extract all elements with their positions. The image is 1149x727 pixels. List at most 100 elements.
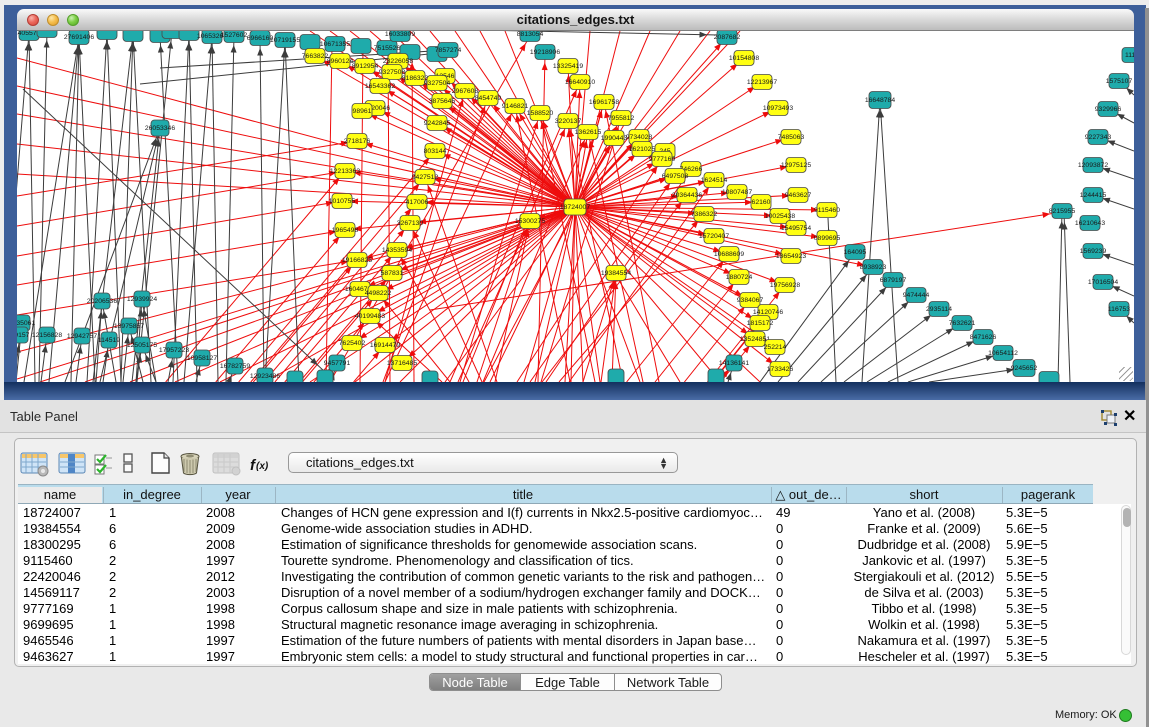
svg-text:7485063: 7485063 — [778, 134, 805, 141]
svg-text:14136141: 14136141 — [719, 360, 749, 367]
svg-text:8813054: 8813054 — [517, 31, 544, 38]
svg-text:1990443: 1990443 — [601, 135, 628, 142]
svg-text:3267130: 3267130 — [397, 220, 424, 227]
svg-text:1624514: 1624514 — [701, 177, 728, 184]
svg-text:1569239: 1569239 — [1080, 248, 1107, 255]
svg-text:19384554: 19384554 — [601, 270, 631, 277]
svg-text:7663822: 7663822 — [302, 53, 329, 60]
svg-text:8471626: 8471626 — [970, 334, 997, 341]
svg-text:19166825: 19166825 — [342, 257, 372, 264]
svg-text:1575107: 1575107 — [1106, 78, 1133, 85]
svg-text:116753: 116753 — [1108, 306, 1130, 313]
svg-text:16543362: 16543362 — [365, 83, 395, 90]
svg-text:12923486: 12923486 — [250, 373, 280, 380]
svg-text:1733426: 1733426 — [767, 366, 794, 373]
svg-text:2087682: 2087682 — [714, 34, 741, 41]
svg-text:9457791: 9457791 — [324, 360, 351, 367]
svg-text:8960124: 8960124 — [327, 58, 354, 65]
svg-text:1965498: 1965498 — [332, 227, 359, 234]
svg-text:19756928: 19756928 — [770, 282, 800, 289]
svg-text:17957223: 17957223 — [159, 347, 189, 354]
svg-text:2935114: 2935114 — [926, 306, 952, 313]
svg-text:8938923: 8938923 — [860, 264, 887, 271]
svg-text:7857274: 7857274 — [435, 47, 462, 54]
svg-text:12093872: 12093872 — [1078, 162, 1108, 169]
svg-text:10807487: 10807487 — [722, 189, 752, 196]
svg-text:9115460: 9115460 — [814, 207, 840, 214]
svg-text:9463627: 9463627 — [785, 192, 812, 199]
svg-text:9427512: 9427512 — [412, 174, 439, 181]
svg-text:2718176: 2718176 — [344, 138, 371, 145]
svg-text:10958127: 10958127 — [187, 355, 217, 362]
svg-text:6497508: 6497508 — [662, 173, 689, 180]
svg-text:15300275: 15300275 — [515, 218, 545, 225]
svg-text:1880724: 1880724 — [726, 274, 753, 281]
svg-text:12213967: 12213967 — [747, 79, 777, 86]
svg-text:19218906: 19218906 — [530, 49, 560, 56]
svg-text:114519: 114519 — [98, 337, 120, 344]
svg-text:16033809: 16033809 — [385, 31, 415, 38]
svg-text:1113: 1113 — [1125, 52, 1134, 59]
svg-text:9245652: 9245652 — [1011, 365, 1038, 372]
svg-text:1035061: 1035061 — [17, 320, 35, 327]
svg-text:1588520: 1588520 — [527, 110, 554, 117]
svg-text:9384067: 9384067 — [737, 297, 764, 304]
svg-text:7632621: 7632621 — [949, 320, 976, 327]
svg-text:10654112: 10654112 — [988, 350, 1018, 357]
svg-text:7515526: 7515526 — [374, 45, 401, 52]
svg-text:4498222: 4498222 — [365, 290, 392, 297]
svg-text:1621025: 1621025 — [629, 146, 656, 153]
svg-text:1010755: 1010755 — [329, 198, 356, 205]
svg-text:803144: 803144 — [424, 148, 447, 155]
svg-text:98961: 98961 — [353, 108, 372, 115]
svg-text:0899695: 0899695 — [814, 235, 841, 242]
svg-text:8215955: 8215955 — [1049, 208, 1076, 215]
svg-text:9227343: 9227343 — [1085, 134, 1112, 141]
svg-text:2967608: 2967608 — [452, 88, 479, 95]
svg-text:13325419: 13325419 — [553, 63, 583, 70]
svg-text:17016504: 17016504 — [1088, 279, 1118, 286]
svg-text:12942757: 12942757 — [67, 333, 97, 340]
svg-text:8912954: 8912954 — [352, 63, 379, 70]
svg-text:23226058: 23226058 — [383, 58, 413, 65]
svg-text:27691406: 27691406 — [64, 34, 94, 41]
svg-text:9777169: 9777169 — [649, 156, 676, 163]
svg-text:10973493: 10973493 — [763, 105, 793, 112]
svg-text:40199483: 40199483 — [355, 313, 385, 320]
svg-text:16914479: 16914479 — [370, 342, 400, 349]
svg-text:6879197: 6879197 — [880, 277, 907, 284]
svg-text:20364436: 20364436 — [672, 192, 702, 199]
svg-text:12939924: 12939924 — [127, 296, 157, 303]
svg-text:8454749: 8454749 — [475, 95, 502, 102]
svg-text:10688609: 10688609 — [714, 251, 744, 258]
svg-text:10671355: 10671355 — [320, 41, 350, 48]
svg-text:9242845: 9242845 — [424, 120, 451, 127]
svg-text:16640910: 16640910 — [565, 79, 595, 86]
svg-text:7625402: 7625402 — [339, 340, 366, 347]
svg-text:16782759: 16782759 — [220, 363, 250, 370]
svg-text:39157: 39157 — [17, 332, 30, 339]
svg-text:10719155: 10719155 — [270, 37, 300, 44]
svg-text:10025438: 10025438 — [765, 213, 795, 220]
svg-text:164095: 164095 — [844, 249, 867, 256]
svg-text:20206536: 20206536 — [87, 298, 117, 305]
svg-text:1244415: 1244415 — [1080, 192, 1107, 199]
svg-text:252214: 252214 — [764, 344, 787, 351]
svg-text:15495754: 15495754 — [781, 225, 811, 232]
svg-text:3875645: 3875645 — [429, 98, 456, 105]
svg-text:9474444: 9474444 — [903, 292, 930, 299]
svg-text:13975857: 13975857 — [114, 323, 144, 330]
svg-text:9146821: 9146821 — [502, 103, 529, 110]
svg-text:(x): (x) — [256, 461, 269, 472]
svg-text:12505175: 12505175 — [127, 342, 157, 349]
svg-text:417006: 417006 — [406, 199, 429, 206]
svg-text:12213363: 12213363 — [330, 168, 360, 175]
svg-text:14353594: 14353594 — [382, 247, 412, 254]
svg-text:3220137: 3220137 — [555, 118, 582, 125]
svg-text:1815172: 1815172 — [747, 320, 774, 327]
svg-text:1527602: 1527602 — [221, 32, 248, 39]
svg-text:7955812: 7955812 — [608, 115, 635, 122]
svg-text:13654923: 13654923 — [776, 253, 806, 260]
svg-text:18724007: 18724007 — [560, 204, 590, 211]
svg-text:9734028: 9734028 — [626, 134, 653, 141]
